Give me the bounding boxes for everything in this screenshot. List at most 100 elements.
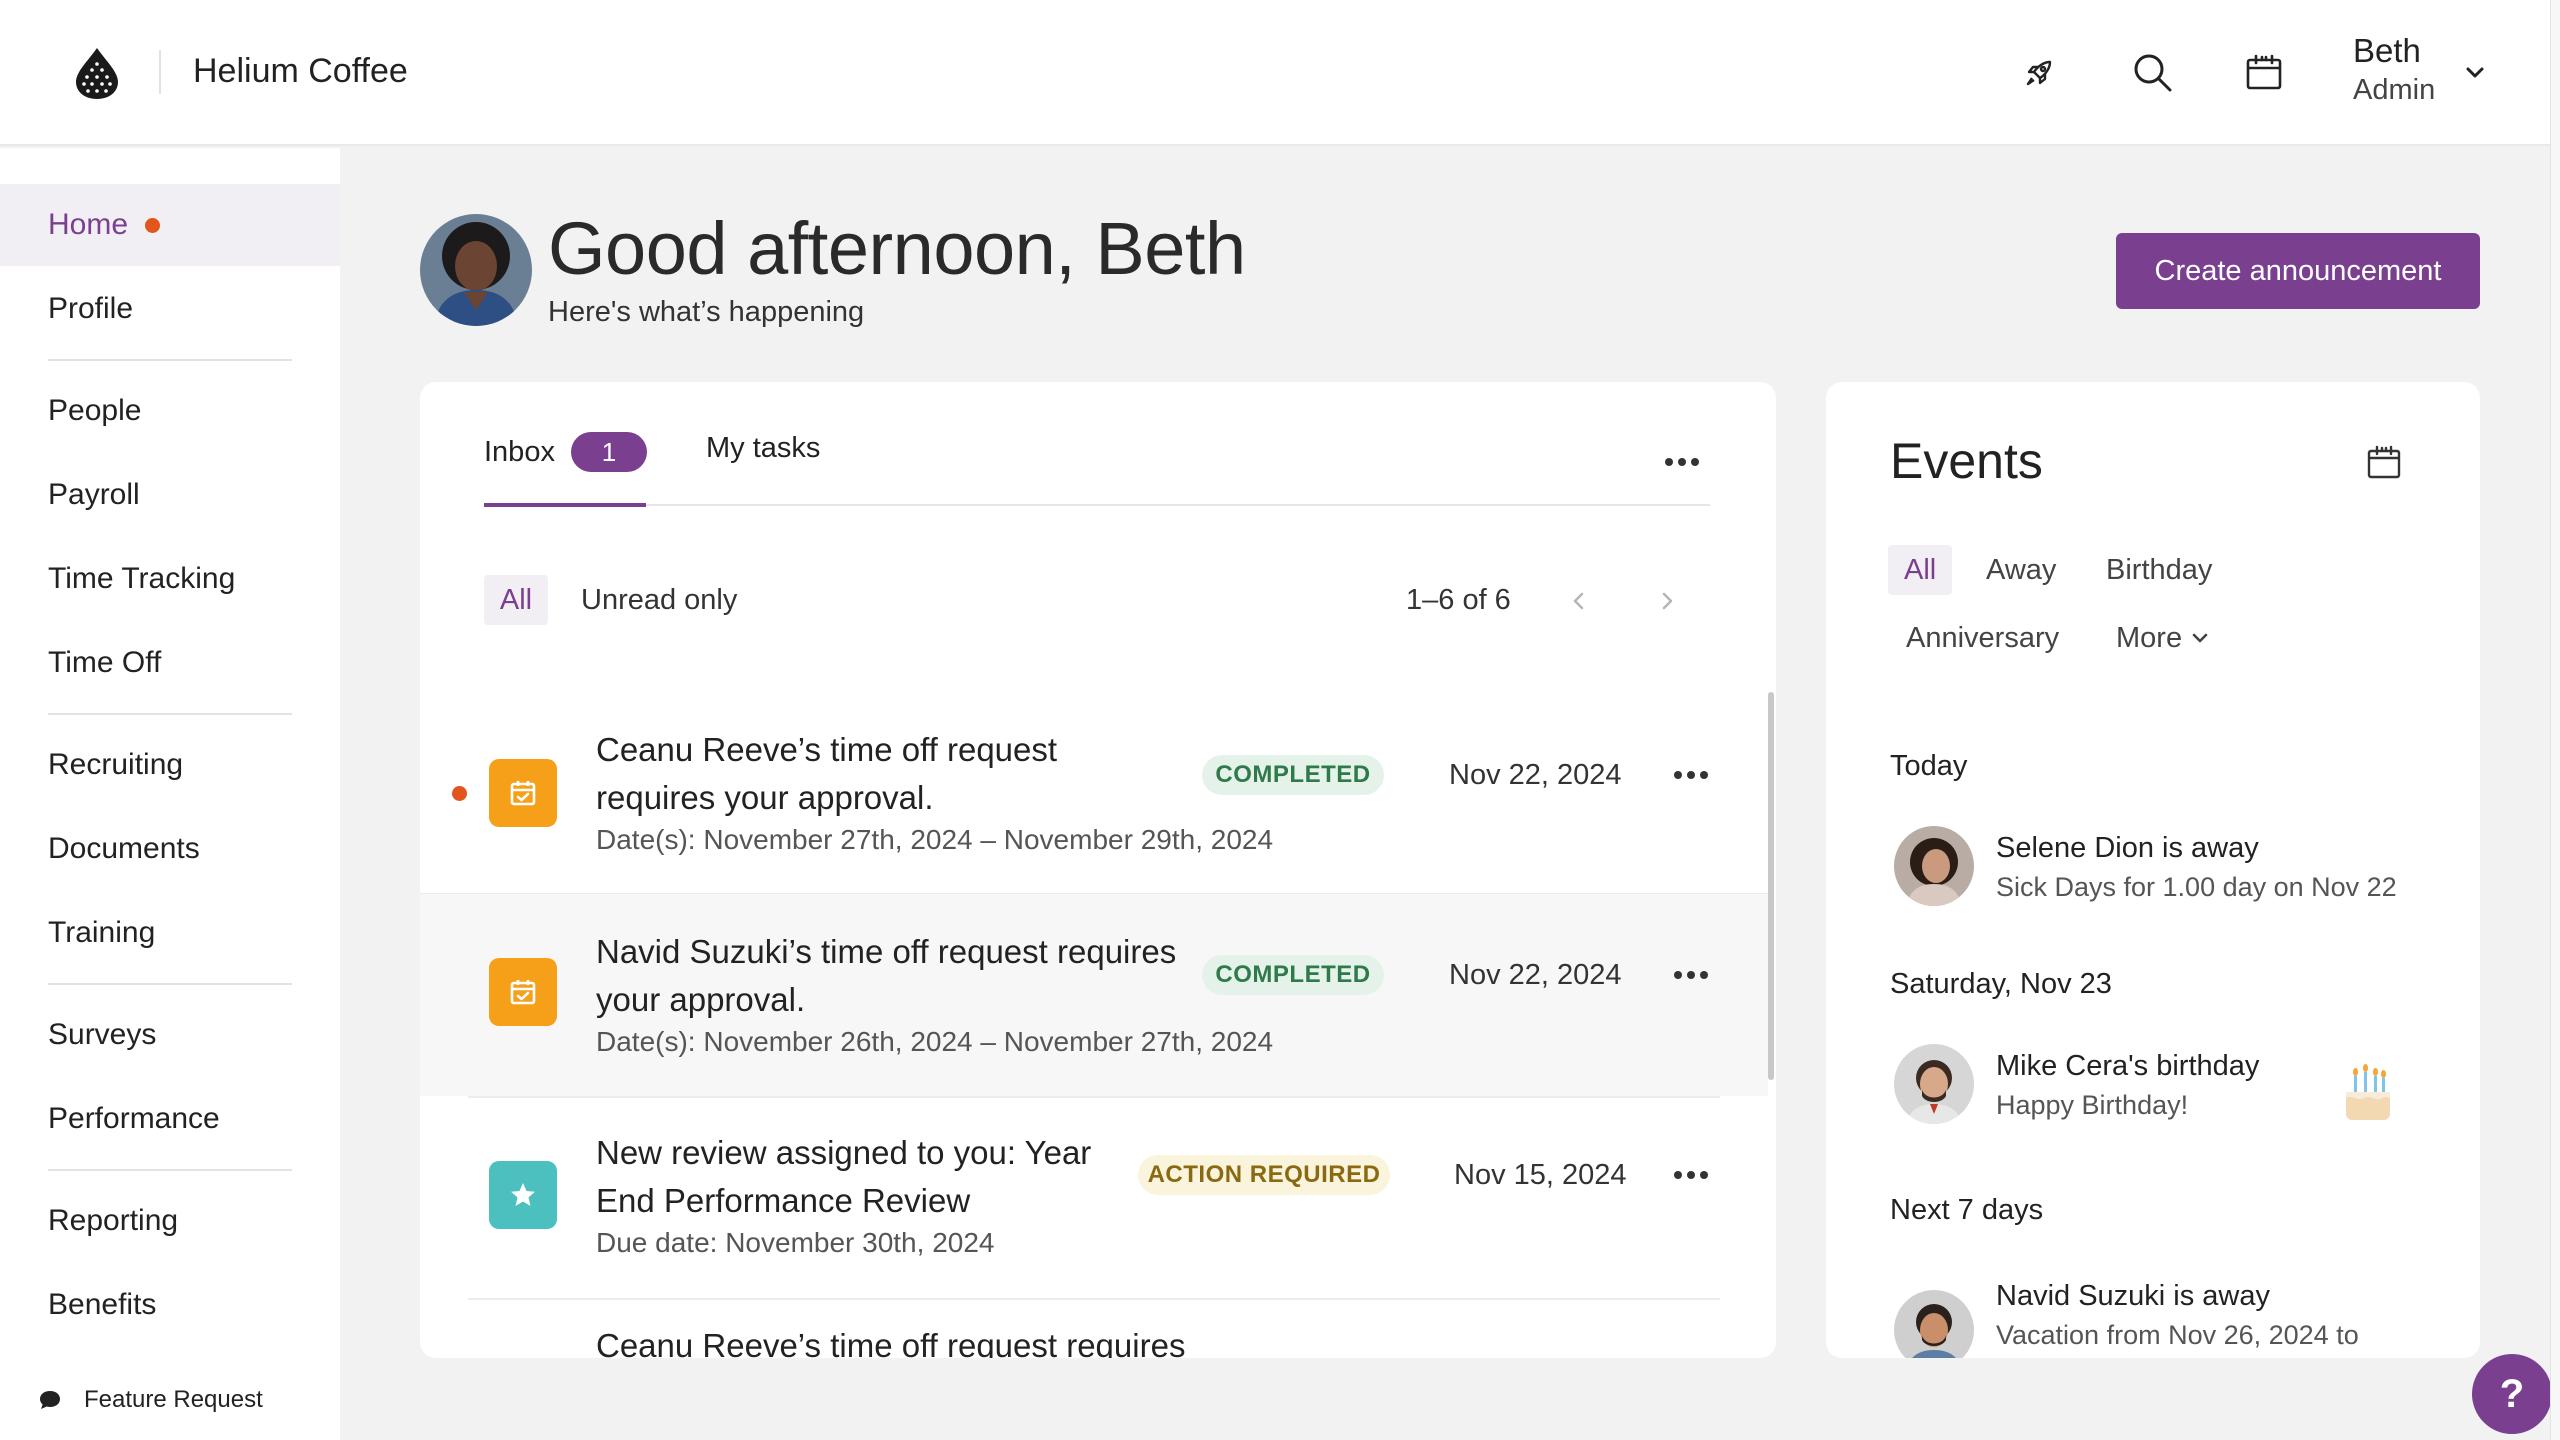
row-date: Nov 22, 2024 (1449, 759, 1622, 791)
birthday-cake-icon (2346, 1064, 2390, 1120)
more-options-icon[interactable] (1665, 458, 1699, 466)
page-scrollbar[interactable] (2550, 0, 2560, 1440)
row-date: Nov 22, 2024 (1449, 959, 1622, 991)
filter-all[interactable]: All (484, 575, 548, 625)
calendar-icon[interactable] (2366, 444, 2402, 480)
search-icon (2134, 54, 2172, 92)
event-section-heading: Saturday, Nov 23 (1890, 968, 2112, 1000)
sidebar-item-label: Payroll (48, 478, 140, 511)
rocket-button[interactable] (2012, 44, 2068, 100)
row-title: New review assigned to you: Year End Per… (596, 1134, 1092, 1219)
event-detail: Happy Birthday! (1996, 1090, 2189, 1120)
helium-logo-icon[interactable] (74, 46, 120, 100)
row-title: Navid Suzuki’s time off request requires… (596, 933, 1177, 1018)
sidebar-item-performance[interactable]: Performance (0, 1078, 340, 1160)
feature-request-link[interactable]: Feature Request (38, 1386, 263, 1414)
row-title: Ceanu Reeve’s time off request requires (596, 1327, 1186, 1358)
calendar-icon (2246, 54, 2282, 90)
row-title: Ceanu Reeve’s time off request requires … (596, 731, 1058, 816)
sidebar-item-label: Home (48, 208, 129, 241)
row-subtitle: Date(s): November 27th, 2024 – November … (596, 824, 1274, 855)
sidebar-item-surveys[interactable]: Surveys (0, 994, 340, 1076)
user-avatar[interactable] (420, 214, 532, 326)
tab-my-tasks[interactable]: My tasks (706, 432, 820, 465)
sidebar-item-payroll[interactable]: Payroll (0, 454, 340, 536)
page-subtitle: Here's what’s happening (548, 296, 865, 328)
sidebar-item-label: Profile (48, 292, 134, 325)
notification-dot (145, 217, 161, 233)
feature-request-label: Feature Request (84, 1386, 263, 1413)
help-button[interactable]: ? (2472, 1354, 2552, 1434)
status-badge: COMPLETED (1202, 755, 1384, 795)
event-detail: Sick Days for 1.00 day on Nov 22 (1996, 872, 2397, 902)
rocket-icon (2026, 60, 2052, 86)
page-title: Good afternoon, Beth (548, 207, 1246, 290)
list-item[interactable]: New review assigned to you: Year End Per… (420, 1097, 1768, 1299)
sidebar-divider (48, 713, 292, 715)
pagination-count: 1–6 of 6 (1406, 584, 1511, 616)
event-name: Mike Cera's birthday (1996, 1050, 2260, 1082)
sidebar-item-label: Surveys (48, 1018, 157, 1051)
sidebar-item-profile[interactable]: Profile (0, 268, 340, 350)
sidebar-item-benefits[interactable]: Benefits (0, 1264, 340, 1346)
event-detail: Vacation from Nov 26, 2024 to (1996, 1320, 2359, 1350)
status-badge: ACTION REQUIRED (1138, 1155, 1390, 1195)
calendar-button[interactable] (2236, 44, 2292, 100)
row-subtitle: Due date: November 30th, 2024 (596, 1227, 995, 1258)
avatar[interactable] (1894, 1044, 1974, 1124)
sidebar-item-people[interactable]: People (0, 370, 340, 452)
event-filter-anniversary[interactable]: Anniversary (1906, 613, 2059, 663)
sidebar-item-label: Documents (48, 832, 200, 865)
chevron-down-icon[interactable] (2460, 58, 2490, 88)
avatar[interactable] (1894, 1290, 1974, 1358)
calendar-check-icon (489, 958, 557, 1026)
sidebar-item-training[interactable]: Training (0, 892, 340, 974)
status-badge: COMPLETED (1202, 955, 1384, 995)
event-filter-more-label: More (2116, 621, 2183, 654)
chat-bubble-icon (40, 1391, 60, 1409)
row-date: Nov 15, 2024 (1454, 1159, 1627, 1191)
avatar[interactable] (1894, 826, 1974, 906)
sidebar-item-label: Performance (48, 1102, 220, 1135)
tab-inbox[interactable]: Inbox 1 (484, 432, 647, 472)
events-title: Events (1890, 433, 2043, 489)
sidebar-item-home[interactable]: Home (0, 184, 340, 266)
sidebar-item-recruiting[interactable]: Recruiting (0, 724, 340, 806)
chevron-down-icon (2192, 633, 2208, 643)
event-filter-birthday[interactable]: Birthday (2106, 545, 2212, 595)
list-item[interactable]: Ceanu Reeve’s time off request requires (420, 1300, 1768, 1358)
user-role: Admin (2353, 74, 2436, 106)
event-section-heading: Next 7 days (1890, 1194, 2044, 1226)
list-item[interactable]: Ceanu Reeve’s time off request requires … (420, 692, 1768, 894)
row-more-icon[interactable] (1674, 771, 1708, 779)
unread-dot (452, 786, 467, 801)
chevron-right-icon[interactable] (1652, 586, 1682, 616)
calendar-check-icon (489, 759, 557, 827)
sidebar-item-label: Time Tracking (48, 562, 236, 595)
user-name[interactable]: Beth (2353, 32, 2421, 70)
sidebar-item-label: Benefits (48, 1288, 157, 1321)
event-name: Selene Dion is away (1996, 832, 2259, 864)
company-name: Helium Coffee (193, 52, 408, 90)
row-more-icon[interactable] (1674, 971, 1708, 979)
event-filter-all[interactable]: All (1888, 545, 1953, 595)
sidebar-item-time-off[interactable]: Time Off (0, 622, 340, 704)
sidebar-item-time-tracking[interactable]: Time Tracking (0, 538, 340, 620)
active-tab-indicator (484, 503, 646, 507)
list-item[interactable]: Navid Suzuki’s time off request requires… (420, 894, 1768, 1096)
filter-unread-only[interactable]: Unread only (581, 584, 737, 617)
sidebar-item-documents[interactable]: Documents (0, 808, 340, 890)
event-filter-more[interactable]: More (2116, 613, 2212, 663)
chevron-left-icon[interactable] (1564, 586, 1594, 616)
sidebar-item-label: Training (48, 916, 156, 949)
row-more-icon[interactable] (1674, 1171, 1708, 1179)
search-button[interactable] (2124, 44, 2180, 100)
event-filter-away[interactable]: Away (1986, 545, 2056, 595)
sidebar-divider (48, 983, 292, 985)
sidebar-divider (48, 1169, 292, 1171)
tabs-divider (484, 504, 1710, 506)
sidebar-item-reporting[interactable]: Reporting (0, 1180, 340, 1262)
create-announcement-button[interactable]: Create announcement (2116, 233, 2480, 309)
sidebar: Home Profile People Payroll Time Trackin… (0, 148, 340, 1440)
event-section-heading: Today (1890, 750, 1968, 782)
